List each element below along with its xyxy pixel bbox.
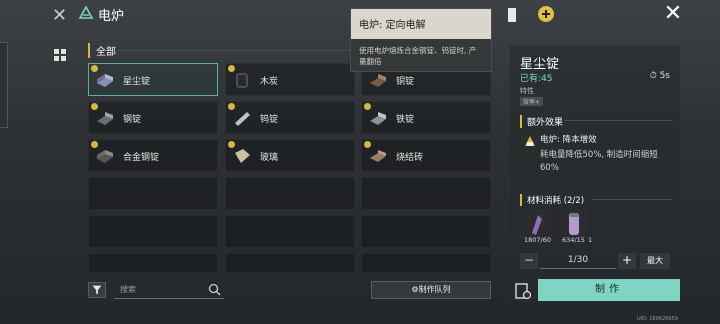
recipe-label: 烧结砖 — [396, 153, 424, 163]
side-drawer-tab[interactable] — [0, 42, 8, 128]
material-extra: 1 — [588, 236, 593, 244]
craft-time-value: 5s — [659, 71, 670, 81]
notification-icon[interactable] — [506, 4, 556, 26]
divider — [592, 199, 673, 200]
page-title: 电炉 — [98, 9, 125, 24]
tooltip-title: 电炉: 定向电解 — [351, 9, 491, 39]
owned-count: 已有:45 — [520, 74, 553, 84]
charcoal-icon — [236, 73, 248, 88]
recipe-slot-sintered-brick[interactable]: 烧结砖 — [361, 139, 491, 172]
tungsten-ingot-icon — [235, 112, 250, 126]
brick-icon — [370, 150, 386, 162]
quantity-display[interactable]: 1/30 — [540, 253, 616, 269]
recipe-label: 钨锭 — [260, 115, 279, 125]
trait-tag[interactable]: 效率+ — [520, 97, 544, 106]
craft-button[interactable]: 制作 — [538, 279, 680, 301]
empty-slot — [361, 215, 491, 248]
crystal-shard-icon — [520, 209, 552, 239]
recipe-slot-steel-ingot[interactable]: 钢锭 — [88, 101, 218, 134]
furnace-effect-icon — [525, 136, 535, 146]
recipe-label: 星尘锭 — [123, 77, 151, 87]
recipe-label: 木炭 — [260, 77, 279, 87]
steel-ingot-icon — [97, 112, 113, 125]
search-icon[interactable] — [208, 283, 221, 296]
recipe-slot-iron-ingot[interactable]: 铁锭 — [361, 101, 491, 134]
vial-icon — [558, 209, 590, 239]
empty-slot — [361, 177, 491, 210]
empty-slot — [361, 253, 491, 273]
recipe-label: 钢锭 — [123, 115, 142, 125]
material-count: 634/15 — [562, 236, 585, 244]
game-logo-icon[interactable]: ✕ — [52, 5, 67, 26]
item-name: 星尘锭 — [520, 57, 560, 72]
empty-slot — [88, 177, 218, 210]
recipe-slot-charcoal[interactable]: 木炭 — [225, 63, 355, 96]
glass-icon — [235, 149, 250, 163]
quantity-increase-button[interactable]: + — [618, 253, 636, 269]
user-id: UID: 160626659 — [637, 316, 678, 322]
close-icon[interactable]: ✕ — [660, 2, 686, 28]
empty-slot — [225, 253, 355, 273]
tooltip-body: 使用电炉熔炼合金钢锭、钨锭时, 产量翻倍 — [359, 46, 477, 66]
recipe-slot-tungsten-ingot[interactable]: 钨锭 — [225, 101, 355, 134]
effect-description: 耗电量降低50%, 制造时间缩短60% — [540, 150, 658, 173]
empty-slot — [225, 177, 355, 210]
quantity-decrease-button[interactable]: − — [520, 253, 538, 269]
material-count: 1807/60 — [524, 236, 552, 244]
category-all-label[interactable]: 全部 — [88, 43, 116, 58]
extra-effect-heading: 额外效果 — [520, 115, 563, 128]
recipe-label: 铜锭 — [396, 77, 415, 87]
quantity-max-button[interactable]: 最大 — [640, 253, 670, 269]
craft-queue-button[interactable]: ⚙制作队列 — [371, 281, 491, 299]
divider — [565, 120, 673, 121]
recipe-slot-alloy-steel-ingot[interactable]: 合金钢锭 — [88, 139, 218, 172]
furnace-icon — [78, 5, 94, 19]
craft-log-icon[interactable] — [513, 281, 533, 301]
search-input[interactable]: 搜索 — [114, 281, 224, 299]
item-detail-panel: 星尘锭 已有:45 ⏱ 5s 特性 效率+ 额外效果 电炉: 降本增效 耗电量降… — [510, 45, 680, 303]
grid-view-icon[interactable] — [54, 49, 66, 61]
craft-time: ⏱ 5s — [649, 71, 670, 81]
recipe-label: 铁锭 — [396, 115, 415, 125]
empty-slot — [88, 215, 218, 248]
empty-slot — [88, 253, 218, 273]
search-placeholder: 搜索 — [120, 285, 136, 294]
iron-ingot-icon — [370, 112, 386, 125]
alloy-ingot-icon — [97, 150, 113, 163]
materials-heading: 材料消耗 (2/2) — [520, 194, 584, 206]
recipe-label: 合金钢锭 — [123, 153, 160, 163]
filter-icon[interactable] — [88, 282, 106, 298]
recipe-slot-glass[interactable]: 玻璃 — [225, 139, 355, 172]
stardust-ingot-icon — [97, 74, 113, 87]
traits-label: 特性 — [520, 87, 534, 95]
tooltip-panel: 电炉: 定向电解 使用电炉熔炼合金钢锭、钨锭时, 产量翻倍 — [350, 8, 492, 72]
effect-name: 电炉: 降本增效 — [540, 135, 597, 145]
recipe-label: 玻璃 — [260, 153, 279, 163]
recipe-slot-stardust-ingot[interactable]: 星尘锭 — [88, 63, 218, 96]
empty-slot — [225, 215, 355, 248]
